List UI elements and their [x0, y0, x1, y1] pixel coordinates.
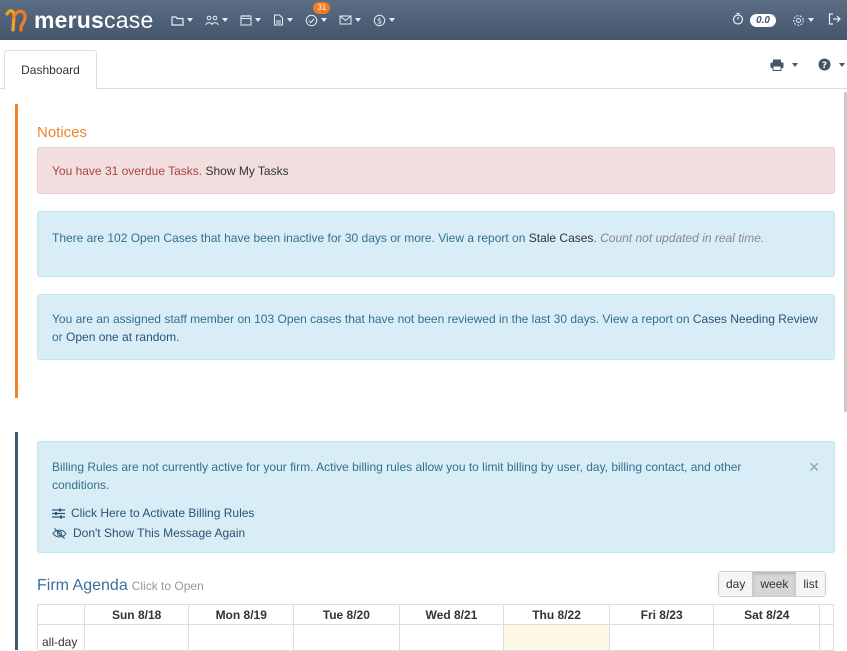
- svg-text:?: ?: [822, 61, 827, 71]
- logout-icon[interactable]: [828, 12, 841, 28]
- people-icon: [205, 15, 219, 25]
- billing-message: Billing Rules are not currently active f…: [52, 460, 742, 492]
- show-my-tasks-link[interactable]: Show My Tasks: [205, 162, 288, 180]
- day-header-sun: Sun 8/18: [84, 605, 190, 625]
- logo-mark-icon: [2, 4, 32, 36]
- day-header-thu: Thu 8/22: [504, 605, 610, 625]
- allday-cell-mon[interactable]: [189, 625, 295, 651]
- mail-icon: [339, 15, 352, 25]
- dont-show-again-link[interactable]: Don't Show This Message Again: [52, 524, 820, 542]
- stale-cases-alert: There are 102 Open Cases that have been …: [37, 211, 835, 277]
- view-day-button[interactable]: day: [718, 571, 754, 597]
- print-menu[interactable]: [770, 59, 798, 71]
- allday-cell-sun[interactable]: [84, 625, 190, 651]
- day-header-sat: Sat 8/24: [714, 605, 821, 625]
- day-header-tue: Tue 8/20: [294, 605, 400, 625]
- timer-display[interactable]: 0.0: [750, 13, 776, 27]
- stale-cases-note: Count not updated in real time.: [600, 231, 765, 245]
- calendar-icon: [240, 15, 252, 26]
- sliders-icon: [52, 508, 65, 518]
- agenda-hint: Click to Open: [131, 579, 204, 593]
- overdue-tasks-alert: You have 31 overdue Tasks. Show My Tasks: [37, 147, 835, 194]
- settings-icon: [793, 14, 804, 26]
- allday-cell-tue[interactable]: [294, 625, 400, 651]
- eye-slash-icon: [52, 527, 67, 539]
- mail-menu[interactable]: [333, 0, 367, 40]
- help-icon: ?: [818, 58, 831, 71]
- view-week-button[interactable]: week: [752, 571, 797, 597]
- day-header-fri: Fri 8/23: [609, 605, 715, 625]
- contacts-menu[interactable]: [199, 0, 234, 40]
- logo-text: meruscase: [34, 6, 154, 33]
- tab-dashboard[interactable]: Dashboard: [4, 50, 97, 90]
- allday-cell-sat[interactable]: [714, 625, 821, 651]
- review-cases-alert: You are an assigned staff member on 103 …: [37, 294, 835, 360]
- allday-cell-thu[interactable]: [504, 625, 610, 651]
- day-header-mon: Mon 8/19: [189, 605, 295, 625]
- billing-icon: $: [374, 14, 386, 26]
- cases-needing-review-link[interactable]: Cases Needing Review: [693, 312, 818, 326]
- tasks-icon: [306, 14, 318, 26]
- agenda-calendar: Sun 8/18 Mon 8/19 Tue 8/20 Wed 8/21 Thu …: [37, 604, 835, 651]
- stale-cases-link[interactable]: Stale Cases: [529, 231, 594, 245]
- allday-cell-fri[interactable]: [609, 625, 715, 651]
- tasks-menu[interactable]: 31: [299, 0, 333, 40]
- agenda-view-toggle: day week list: [718, 571, 827, 597]
- notices-heading: Notices: [37, 124, 88, 141]
- document-icon: [274, 14, 284, 26]
- notices-accent-bar: [15, 104, 18, 398]
- tab-bar: Dashboard ?: [0, 40, 847, 90]
- folder-icon: [171, 15, 185, 26]
- activate-billing-link[interactable]: Click Here to Activate Billing Rules: [52, 504, 820, 522]
- open-random-case-link[interactable]: Open one at random.: [66, 330, 179, 344]
- top-navbar: meruscase 31 $ 0.0: [0, 0, 847, 40]
- view-list-button[interactable]: list: [795, 571, 827, 597]
- cases-menu[interactable]: [165, 0, 199, 40]
- firm-agenda-heading[interactable]: Firm Agenda Click to Open: [37, 577, 204, 595]
- billing-accent-bar: [15, 432, 18, 650]
- help-menu[interactable]: ?: [818, 58, 845, 71]
- calendar-corner: [38, 605, 85, 625]
- logo[interactable]: meruscase: [2, 0, 153, 40]
- allday-cell-wed[interactable]: [399, 625, 505, 651]
- settings-menu[interactable]: [786, 0, 820, 40]
- svg-text:$: $: [377, 16, 382, 25]
- printer-icon: [770, 59, 784, 71]
- calendar-menu[interactable]: [234, 0, 267, 40]
- billing-menu[interactable]: $: [367, 0, 401, 40]
- stopwatch-icon[interactable]: [732, 12, 744, 28]
- billing-rules-alert: Billing Rules are not currently active f…: [37, 441, 835, 553]
- documents-menu[interactable]: [267, 0, 299, 40]
- day-header-wed: Wed 8/21: [399, 605, 505, 625]
- close-icon[interactable]: ✕: [808, 458, 820, 476]
- tasks-badge: 31: [313, 2, 331, 14]
- allday-label: all-day: [38, 625, 85, 651]
